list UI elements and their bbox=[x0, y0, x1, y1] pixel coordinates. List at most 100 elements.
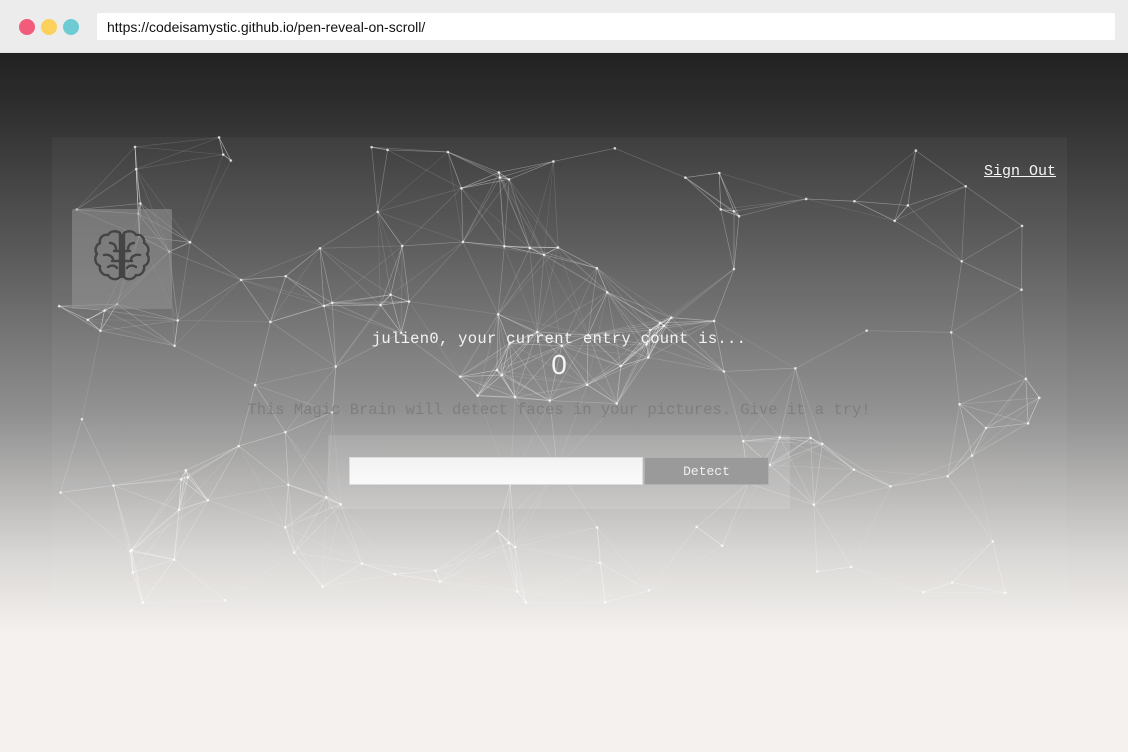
network-line bbox=[189, 160, 232, 243]
close-window-dot[interactable] bbox=[19, 19, 35, 35]
network-line bbox=[169, 241, 191, 252]
maximize-window-dot[interactable] bbox=[63, 19, 79, 35]
network-line bbox=[130, 477, 189, 552]
network-line bbox=[238, 431, 286, 447]
network-line bbox=[238, 445, 289, 486]
network-line bbox=[907, 150, 917, 206]
network-line bbox=[371, 147, 379, 212]
network-line bbox=[947, 455, 973, 477]
network-node bbox=[223, 598, 227, 602]
network-line bbox=[173, 559, 226, 601]
network-node bbox=[647, 589, 651, 592]
network-line bbox=[543, 254, 589, 336]
network-node bbox=[950, 581, 954, 584]
network-node bbox=[172, 558, 176, 561]
network-line bbox=[915, 150, 966, 187]
network-line bbox=[536, 267, 598, 333]
network-line bbox=[104, 310, 178, 321]
network-line bbox=[394, 573, 441, 582]
network-node bbox=[893, 219, 896, 223]
network-line bbox=[87, 310, 105, 321]
network-line bbox=[401, 301, 410, 334]
network-line bbox=[907, 185, 966, 206]
network-line bbox=[142, 599, 225, 603]
network-node bbox=[542, 253, 546, 257]
network-line bbox=[285, 497, 327, 528]
network-line bbox=[599, 562, 650, 591]
network-line bbox=[177, 320, 271, 323]
network-node bbox=[556, 246, 560, 249]
network-line bbox=[461, 177, 500, 189]
network-line bbox=[130, 479, 182, 552]
network-line bbox=[553, 161, 559, 248]
network-line bbox=[1025, 378, 1040, 399]
network-node bbox=[217, 136, 221, 139]
network-node bbox=[322, 304, 326, 308]
network-node bbox=[1026, 422, 1030, 425]
network-node bbox=[434, 569, 437, 572]
network-line bbox=[218, 137, 232, 161]
network-line bbox=[923, 582, 953, 593]
network-line bbox=[648, 526, 697, 591]
network-line bbox=[718, 172, 735, 212]
network-node bbox=[946, 474, 949, 478]
network-line bbox=[529, 247, 597, 269]
network-node bbox=[206, 498, 210, 502]
network-node bbox=[684, 176, 687, 179]
network-line bbox=[130, 499, 209, 552]
network-line bbox=[285, 432, 289, 485]
network-node bbox=[732, 209, 736, 213]
network-node bbox=[585, 383, 589, 387]
network-line bbox=[207, 445, 239, 501]
network-line bbox=[439, 581, 518, 592]
network-node bbox=[528, 246, 532, 250]
network-node bbox=[1020, 224, 1024, 228]
network-line bbox=[951, 541, 994, 583]
network-node bbox=[393, 572, 397, 576]
brain-icon bbox=[94, 230, 150, 281]
sign-out-link[interactable]: Sign Out bbox=[984, 163, 1056, 180]
network-node bbox=[188, 240, 192, 244]
network-node bbox=[360, 562, 364, 565]
network-line bbox=[185, 445, 239, 471]
network-line bbox=[950, 261, 963, 333]
network-node bbox=[186, 475, 190, 479]
network-line bbox=[890, 475, 948, 487]
network-line bbox=[806, 198, 895, 222]
network-node bbox=[253, 383, 257, 387]
network-line bbox=[525, 562, 601, 603]
network-line bbox=[189, 154, 224, 243]
network-line bbox=[284, 484, 289, 528]
network-line bbox=[719, 172, 807, 200]
network-line bbox=[971, 455, 994, 542]
detect-button[interactable]: Detect bbox=[644, 457, 769, 485]
network-node bbox=[86, 318, 90, 322]
network-node bbox=[906, 204, 910, 207]
network-line bbox=[207, 484, 289, 501]
network-line bbox=[402, 241, 464, 247]
network-line bbox=[113, 485, 131, 552]
network-line bbox=[387, 149, 462, 189]
network-node bbox=[921, 590, 925, 594]
network-line bbox=[435, 570, 518, 592]
network-node bbox=[737, 214, 741, 218]
network-node bbox=[662, 324, 666, 328]
network-node bbox=[460, 186, 463, 190]
network-line bbox=[850, 566, 924, 593]
network-node bbox=[496, 529, 499, 533]
network-line bbox=[497, 247, 531, 315]
network-node bbox=[513, 545, 517, 549]
address-bar[interactable]: https://codeisamystic.github.io/pen-reve… bbox=[97, 13, 1115, 40]
network-line bbox=[332, 302, 402, 334]
network-node bbox=[103, 309, 106, 312]
image-url-input[interactable] bbox=[349, 457, 643, 485]
network-node bbox=[719, 208, 723, 211]
network-node bbox=[815, 570, 819, 573]
minimize-window-dot[interactable] bbox=[41, 19, 57, 35]
network-line bbox=[854, 150, 917, 202]
network-line bbox=[293, 552, 323, 587]
page-viewport: Sign Out julien0, your current entry cou… bbox=[0, 53, 1128, 752]
network-node bbox=[318, 246, 322, 250]
network-line bbox=[60, 419, 83, 493]
network-node bbox=[139, 202, 142, 205]
